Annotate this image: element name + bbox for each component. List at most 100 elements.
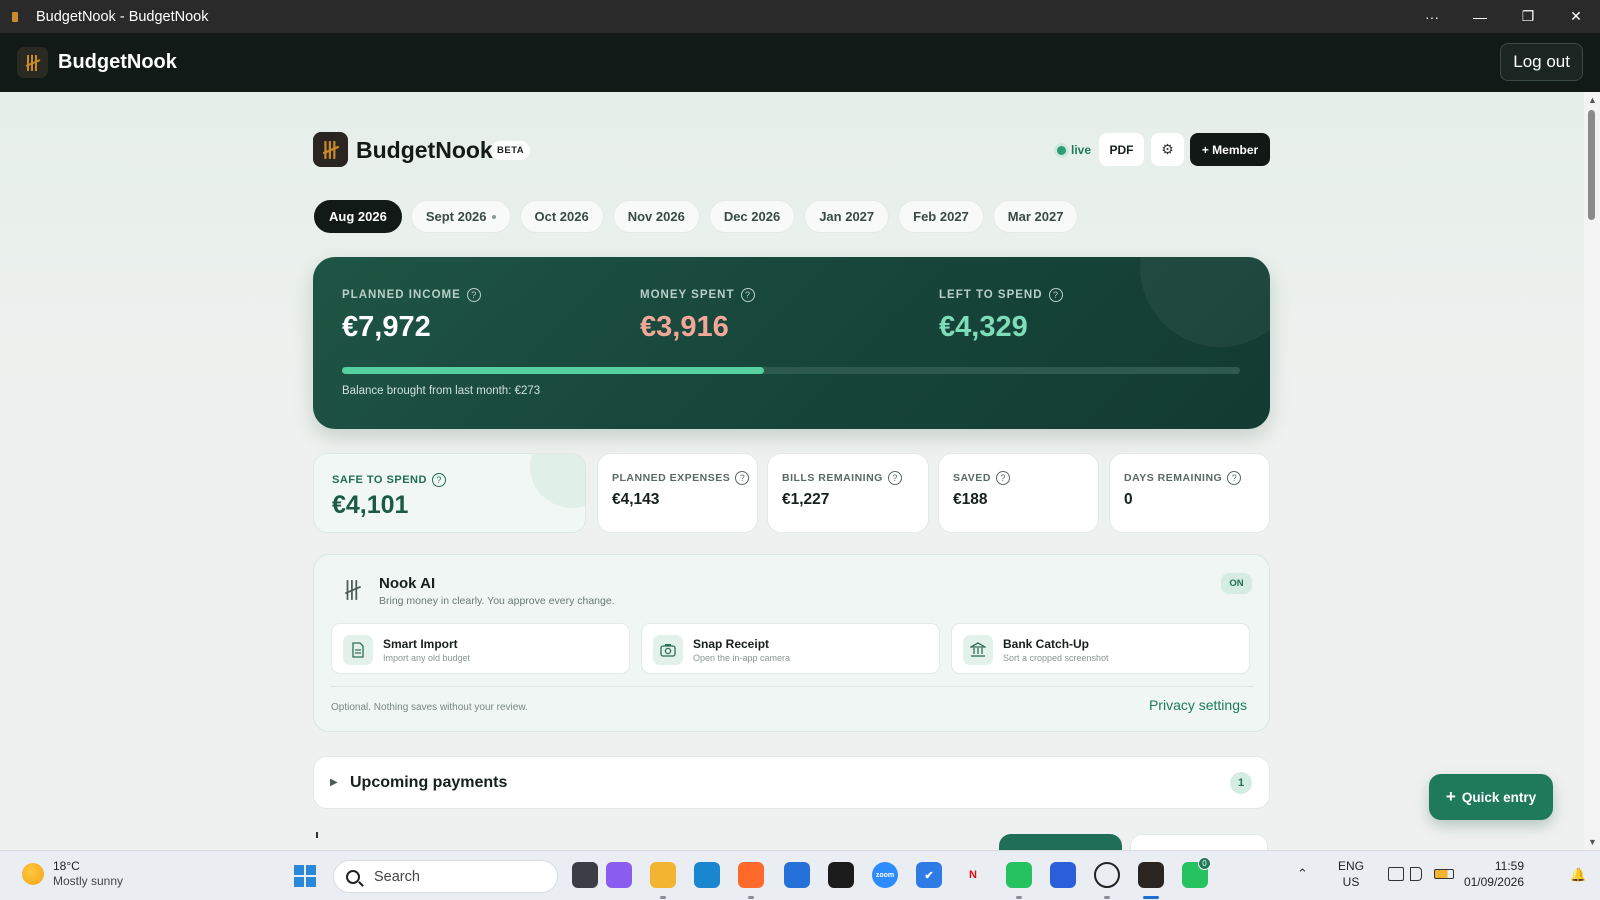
spending-progress-fill [342, 367, 765, 374]
page-header: BudgetNook BETA live PDF ⚙ + Member [313, 132, 1270, 168]
store-icon[interactable] [784, 862, 810, 888]
quick-entry-button[interactable]: + Quick entry [1429, 774, 1553, 820]
clock[interactable]: 11:59 01/09/2026 [1454, 858, 1524, 890]
battery-icon[interactable] [1434, 869, 1454, 879]
planned-income-label-text: PLANNED INCOME [342, 289, 461, 301]
budgetnook-logo-icon [17, 47, 48, 78]
taskbar: 18°C Mostly sunny Search zoom ✔ N 0 ⌃ ENG U… [0, 850, 1600, 900]
privacy-settings-link[interactable]: Privacy settings [1149, 697, 1247, 713]
clock-time: 11:59 [1494, 859, 1524, 873]
calculator-icon[interactable] [1050, 862, 1076, 888]
volume-icon[interactable] [1410, 867, 1422, 881]
todo-icon[interactable]: ✔ [916, 862, 942, 888]
close-button[interactable]: ✕ [1552, 0, 1600, 33]
search-placeholder: Search [374, 868, 420, 885]
lang-top: ENG [1338, 859, 1365, 873]
tool-name: Snap Receipt [693, 637, 770, 651]
help-icon[interactable]: ? [740, 288, 755, 302]
camera-icon [653, 635, 683, 665]
whatsapp-icon[interactable] [1006, 862, 1032, 888]
month-tab[interactable]: Feb 2027 [898, 200, 984, 233]
tool-name: Smart Import [383, 637, 458, 651]
stat-cards: SAFE TO SPEND ? €4,101 PLANNED EXPENSES … [313, 453, 1270, 535]
month-tab[interactable]: Jan 2027 [804, 200, 890, 233]
tool-description: Open the in-app camera [693, 653, 791, 663]
planned-expenses-value: €4,143 [612, 491, 660, 508]
month-tab[interactable]: Nov 2026 [612, 200, 700, 233]
help-icon[interactable]: ? [1227, 471, 1242, 485]
more-options-icon[interactable]: ··· [1408, 0, 1456, 33]
lang-bottom: US [1342, 875, 1360, 889]
spending-progress-bar [342, 367, 1240, 374]
logout-button[interactable]: Log out [1500, 43, 1583, 81]
task-view-icon[interactable] [572, 862, 598, 888]
bank-icon [963, 635, 993, 665]
running-indicator [660, 896, 666, 899]
weather-widget[interactable]: 18°C Mostly sunny [22, 859, 123, 889]
month-tab-label: Nov 2026 [627, 209, 685, 224]
divider [331, 686, 1254, 687]
help-icon[interactable]: ? [1048, 288, 1063, 302]
vertical-scrollbar[interactable]: ▲ ▼ [1584, 92, 1600, 850]
help-icon[interactable]: ? [431, 473, 446, 487]
language-indicator[interactable]: ENG US [1338, 858, 1364, 890]
planned-income-stat: PLANNED INCOME ? €7,972 [342, 288, 481, 344]
help-icon[interactable]: ? [887, 471, 902, 485]
add-member-button[interactable]: + Member [1190, 133, 1270, 166]
expand-caret-icon[interactable]: ▶ [330, 777, 338, 788]
zoom-icon[interactable]: zoom [872, 862, 898, 888]
chatgpt-icon[interactable] [1094, 862, 1120, 888]
month-tabs: Aug 2026 Sept 2026 Oct 2026 Nov 2026 Dec 202… [314, 200, 1079, 233]
month-tab[interactable]: Mar 2027 [992, 200, 1079, 233]
notification-icon[interactable]: 🔔 [1570, 867, 1586, 883]
file-explorer-icon[interactable] [650, 862, 676, 888]
netflix-icon[interactable]: N [960, 862, 986, 888]
windows-start-icon[interactable] [294, 865, 316, 887]
left-to-spend-stat: LEFT TO SPEND ? €4,329 [939, 288, 1063, 344]
left-to-spend-label-text: LEFT TO SPEND [939, 289, 1043, 301]
beta-badge: BETA [491, 141, 531, 160]
decorative-circle [1140, 257, 1270, 347]
budgetnook-icon[interactable] [1138, 862, 1164, 888]
scrollbar-thumb[interactable] [1588, 110, 1595, 220]
money-spent-value: €3,916 [640, 311, 729, 343]
nook-ai-footer: Optional. Nothing saves without your rev… [331, 702, 528, 713]
page-title: BudgetNook [356, 137, 493, 163]
month-tab[interactable]: Aug 2026 [314, 200, 402, 233]
month-tab[interactable]: Oct 2026 [519, 200, 604, 233]
copilot-icon[interactable] [606, 862, 632, 888]
partial-white-button[interactable] [1130, 834, 1268, 850]
tray-overflow-icon[interactable]: ⌃ [1297, 866, 1308, 882]
gear-icon[interactable]: ⚙ [1151, 133, 1184, 166]
safe-to-spend-label-text: SAFE TO SPEND [332, 474, 427, 486]
days-remaining-card: DAYS REMAINING ? 0 [1109, 453, 1270, 533]
smart-import-button[interactable]: Smart Import Import any old budget [331, 623, 630, 674]
left-to-spend-value: €4,329 [939, 311, 1028, 343]
maximize-button[interactable]: ❐ [1504, 0, 1552, 33]
scroll-down-icon[interactable]: ▼ [1588, 837, 1597, 847]
nook-ai-subtitle: Bring money in clearly. You approve ever… [379, 595, 615, 607]
upcoming-payments-section[interactable]: ▶ Upcoming payments 1 [313, 756, 1270, 809]
bank-catch-up-button[interactable]: Bank Catch-Up Sort a cropped screenshot [951, 623, 1250, 674]
days-remaining-label: DAYS REMAINING ? [1124, 471, 1242, 485]
snap-receipt-button[interactable]: Snap Receipt Open the in-app camera [641, 623, 940, 674]
planned-expenses-card: PLANNED EXPENSES ? €4,143 [597, 453, 758, 533]
edge-icon[interactable] [694, 862, 720, 888]
notification-badge: 0 [1198, 857, 1211, 870]
nook-ai-toggle[interactable]: ON [1221, 573, 1252, 594]
scroll-up-icon[interactable]: ▲ [1588, 95, 1597, 105]
help-icon[interactable]: ? [735, 471, 750, 485]
partial-green-button[interactable] [999, 834, 1122, 850]
pdf-button[interactable]: PDF [1099, 133, 1144, 166]
main-content[interactable]: BudgetNook BETA live PDF ⚙ + Member Aug … [0, 92, 1584, 850]
month-tab[interactable]: Sept 2026 [410, 200, 511, 233]
month-tab[interactable]: Dec 2026 [708, 200, 796, 233]
month-dot-icon [491, 214, 496, 219]
firefox-icon[interactable] [738, 862, 764, 888]
nvidia-icon[interactable] [828, 862, 854, 888]
network-icon[interactable] [1388, 867, 1404, 881]
help-icon[interactable]: ? [995, 471, 1010, 485]
taskbar-search[interactable]: Search [333, 860, 558, 893]
help-icon[interactable]: ? [466, 288, 481, 302]
minimize-button[interactable]: — [1456, 0, 1504, 33]
